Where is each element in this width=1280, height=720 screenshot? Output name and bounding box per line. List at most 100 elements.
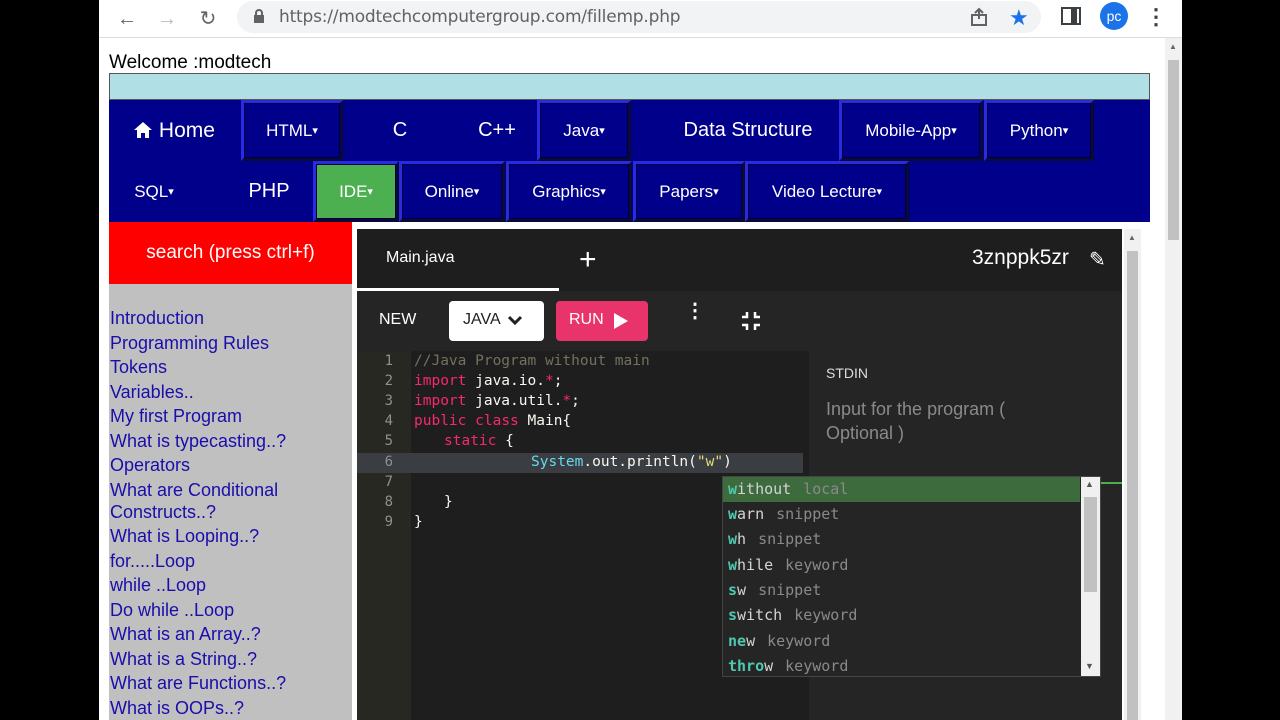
sidebar-link-while-loop[interactable]: while ..Loop — [110, 574, 350, 596]
nav-mobile-app[interactable]: Mobile-App▾ — [839, 100, 983, 161]
autocomplete-item[interactable]: sw snippet — [723, 578, 1080, 603]
new-button[interactable]: NEW — [379, 311, 416, 329]
sidebar-link-functions[interactable]: What are Functions..? — [110, 672, 350, 694]
ide-scrollbar[interactable]: ▲ — [1124, 229, 1141, 720]
back-icon[interactable]: ← — [113, 5, 141, 33]
sidebar-link-for-loop[interactable]: for.....Loop — [110, 550, 350, 572]
ac-rest: ithout — [737, 480, 792, 498]
nav-data-structure[interactable]: Data Structure — [633, 100, 863, 161]
home-icon — [134, 122, 153, 138]
code-line-5: static { — [444, 433, 514, 449]
scroll-up-icon[interactable]: ▲ — [1085, 479, 1094, 489]
ide-scroll-thumb[interactable] — [1127, 251, 1138, 720]
bookmark-star-icon[interactable]: ★ — [1009, 5, 1029, 31]
nav-php[interactable]: PHP — [209, 161, 329, 222]
reload-icon[interactable]: ↻ — [194, 5, 222, 33]
autocomplete-item[interactable]: throw keyword — [723, 654, 1080, 679]
ac-match: ne — [728, 632, 747, 650]
language-select[interactable]: JAVA — [449, 301, 544, 341]
search-button[interactable]: search (press ctrl+f) — [109, 222, 352, 284]
code-text: java.io. — [466, 373, 545, 389]
chevron-down-icon: ▾ — [600, 186, 606, 199]
sidebar-link-first-program[interactable]: My first Program — [110, 405, 350, 427]
line-number: 2 — [384, 373, 393, 389]
browser-menu-icon[interactable]: ⋮ — [1145, 4, 1167, 30]
sidebar-link-variables[interactable]: Variables.. — [110, 381, 350, 403]
chevron-down-icon: ▾ — [599, 125, 605, 138]
sidebar-link-array[interactable]: What is an Array..? — [110, 623, 350, 645]
nav-home[interactable]: Home — [109, 100, 239, 161]
nav-c[interactable]: C — [347, 100, 453, 161]
forward-icon[interactable]: → — [153, 5, 181, 33]
page-scroll-thumb[interactable] — [1168, 60, 1179, 240]
autocomplete-item[interactable]: switch keyword — [723, 603, 1080, 628]
sidebar-link-oops[interactable]: What is OOPs..? — [110, 697, 350, 719]
profile-avatar[interactable]: pc — [1100, 2, 1128, 30]
autocomplete-item[interactable]: without local — [723, 477, 1080, 502]
ac-match: w — [728, 480, 738, 498]
address-bar[interactable]: https://modtechcomputergroup.com/fillemp… — [237, 1, 1041, 33]
snippet-id: 3znppk5zr — [972, 246, 1069, 269]
autocomplete-scrollbar[interactable]: ▲ ▼ — [1081, 477, 1100, 676]
sidebar-link-looping[interactable]: What is Looping..? — [110, 525, 350, 547]
nav-html[interactable]: HTML▾ — [241, 100, 343, 161]
pencil-icon[interactable]: ✎ — [1089, 247, 1106, 272]
ac-match: w — [728, 505, 738, 523]
sidebar-link-do-while[interactable]: Do while ..Loop — [110, 599, 350, 621]
line-number: 9 — [384, 514, 393, 530]
code-string: "w" — [696, 454, 724, 470]
nav-graphics[interactable]: Graphics▾ — [506, 161, 632, 222]
nav-papers[interactable]: Papers▾ — [633, 161, 745, 222]
ac-match: w — [728, 530, 738, 548]
chevron-down-icon: ▾ — [312, 125, 318, 138]
autocomplete-item[interactable]: while keyword — [723, 553, 1080, 578]
ac-type: local — [803, 480, 849, 498]
page-scrollbar[interactable]: ▲ — [1165, 38, 1182, 720]
nav-sql[interactable]: SQL▾ — [109, 161, 199, 222]
sidebar-link-introduction[interactable]: Introduction — [110, 307, 350, 329]
collapse-icon[interactable] — [741, 311, 761, 331]
line-number: 6 — [384, 454, 393, 470]
autocomplete-popup: without local warn snippet wh snippet while… — [722, 476, 1101, 677]
code-keyword: import — [414, 393, 467, 409]
nav-video-lecture[interactable]: Video Lecture▾ — [745, 161, 909, 222]
ac-type: snippet — [776, 505, 840, 523]
code-text: java.util. — [466, 393, 563, 409]
autocomplete-item[interactable]: new keyword — [723, 629, 1080, 654]
chevron-down-icon: ▾ — [951, 125, 957, 138]
code-class: System — [531, 454, 584, 470]
autocomplete-item[interactable]: wh snippet — [723, 527, 1080, 552]
side-panel-icon[interactable] — [1061, 7, 1081, 25]
nav-online[interactable]: Online▾ — [399, 161, 505, 222]
autocomplete-item[interactable]: warn snippet — [723, 502, 1080, 527]
nav-cpp[interactable]: C++ — [443, 100, 551, 161]
nav-python[interactable]: Python▾ — [984, 100, 1094, 161]
sidebar-link-typecasting[interactable]: What is typecasting..? — [110, 430, 350, 452]
tab-main-java[interactable]: Main.java — [357, 229, 559, 291]
more-options-icon[interactable]: ⋮ — [685, 301, 705, 321]
sidebar-link-conditional[interactable]: What are Conditional Constructs..? — [110, 479, 350, 523]
stdin-input[interactable]: Input for the program ( Optional ) — [826, 397, 1056, 445]
scroll-up-icon[interactable]: ▲ — [1169, 42, 1177, 51]
scroll-up-icon[interactable]: ▲ — [1128, 233, 1136, 242]
run-button[interactable]: RUN — [556, 301, 648, 341]
share-icon[interactable] — [969, 7, 989, 27]
nav-ide-label: IDE — [339, 182, 368, 201]
code-line-3: import java.util.*; — [414, 393, 580, 409]
code-text: ) — [723, 454, 732, 470]
autocomplete-scroll-thumb[interactable] — [1084, 497, 1097, 592]
sidebar-link-tokens[interactable]: Tokens — [110, 356, 350, 378]
nav-java[interactable]: Java▾ — [537, 100, 631, 161]
code-line-6: System.out.println("w") — [531, 454, 732, 470]
ac-type: snippet — [758, 530, 822, 548]
welcome-text: Welcome :modtech — [109, 52, 272, 73]
sidebar-link-programming-rules[interactable]: Programming Rules — [110, 332, 350, 354]
nav-ide[interactable]: IDE▾ — [313, 161, 399, 222]
code-text: ; — [571, 393, 580, 409]
chevron-down-icon: ▾ — [1062, 125, 1069, 138]
sidebar-link-string[interactable]: What is a String..? — [110, 648, 350, 670]
nav-home-label: Home — [158, 119, 215, 142]
scroll-down-icon[interactable]: ▼ — [1085, 661, 1094, 671]
sidebar-link-operators[interactable]: Operators — [110, 454, 350, 476]
add-tab-icon[interactable]: + — [579, 243, 597, 277]
